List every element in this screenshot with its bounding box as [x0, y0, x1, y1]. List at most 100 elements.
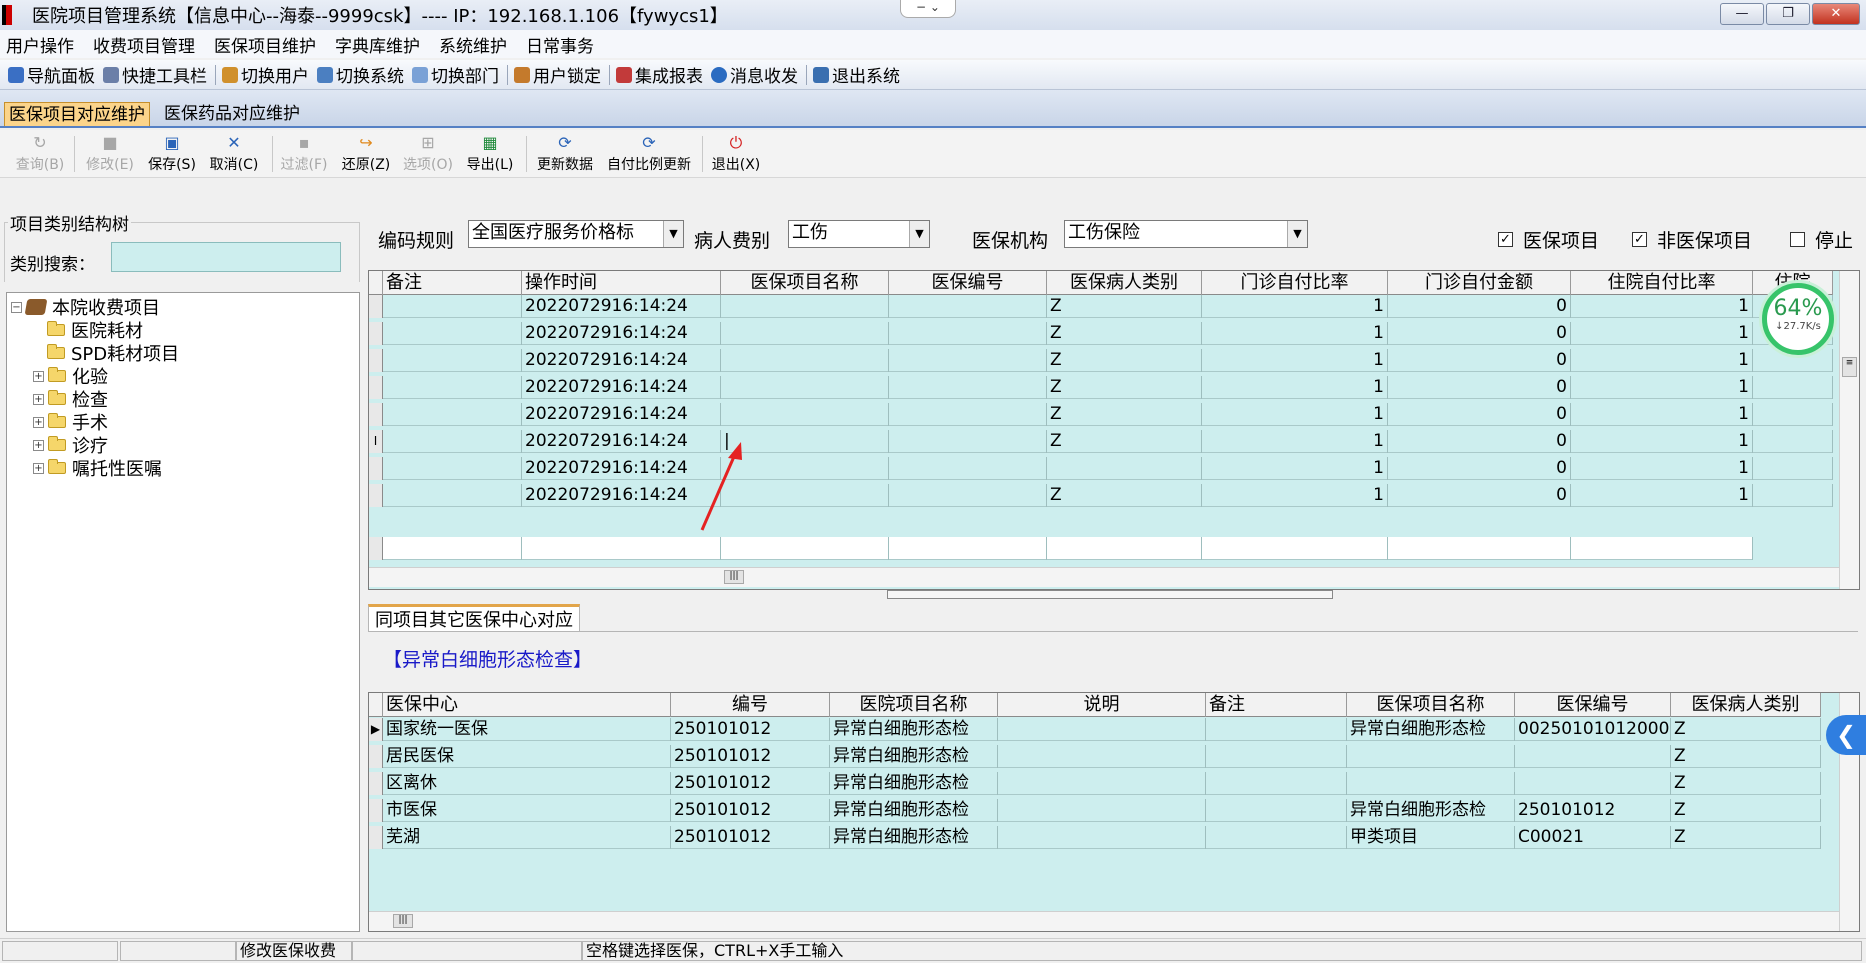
col-ins-code[interactable]: 医保编号	[1515, 693, 1671, 717]
menu-daily[interactable]: 日常事务	[524, 32, 603, 57]
insured-items-checkbox[interactable]: ✓ 医保项目	[1498, 226, 1599, 253]
switch-dept-button[interactable]: 切换部门	[412, 62, 499, 87]
table-row[interactable]: 2022072916:14:24 Z 1 0 1	[369, 484, 1833, 507]
menu-dictionary[interactable]: 字典库维护	[333, 32, 429, 57]
menu-system[interactable]: 系统维护	[437, 32, 516, 57]
table-row[interactable]: 芜湖 250101012 异常白细胞形态检 甲类项目 C00021 Z	[369, 826, 1821, 849]
table-row[interactable]: 2022072916:14:24 Z 1 0 1	[369, 376, 1833, 399]
col-op-time[interactable]: 操作时间	[522, 271, 721, 295]
tree-node-exam[interactable]: + 检查	[33, 388, 108, 411]
close-button[interactable]: ✕	[1812, 3, 1860, 25]
tree-node-treatment[interactable]: + 诊疗	[33, 434, 108, 457]
col-hosp-name[interactable]: 医院项目名称	[830, 693, 998, 717]
table-row[interactable]: I 2022072916:14:24 | Z 1 0 1	[369, 430, 1833, 453]
col-patient-type[interactable]: 医保病人类别	[1671, 693, 1821, 717]
tree-node-orders[interactable]: + 嘱托性医嘱	[33, 457, 162, 480]
dropdown-arrow-icon[interactable]: ▼	[1287, 221, 1307, 247]
tab-insurance-item-mapping[interactable]: 医保项目对应维护	[4, 102, 150, 126]
patient-type-select[interactable]: 工伤 ▼	[788, 220, 930, 248]
col-remark[interactable]: 备注	[383, 271, 522, 295]
category-tree[interactable]: − 本院收费项目 医院耗材 SPD耗材项目 + 化验 + 检查 + 手术 + 诊疗 + 嘱…	[6, 292, 360, 932]
main-grid-hscrollbar[interactable]: |||	[369, 567, 1839, 587]
table-row[interactable]: 区离休 250101012 异常白细胞形态检 Z	[369, 772, 1821, 795]
expand-icon[interactable]: +	[33, 462, 44, 474]
dropdown-arrow-icon[interactable]: ▼	[909, 221, 929, 247]
insurer-select[interactable]: 工伤保险 ▼	[1064, 220, 1308, 248]
table-row[interactable]: 市医保 250101012 异常白细胞形态检 异常白细胞形态检 250101012 Z	[369, 799, 1821, 822]
collapse-icon[interactable]: −	[11, 301, 22, 313]
sub-grid-hscrollbar[interactable]: |||	[369, 911, 1839, 931]
expand-icon[interactable]: +	[33, 416, 44, 428]
non-insured-items-checkbox[interactable]: ✓ 非医保项目	[1632, 226, 1752, 253]
checkbox-icon[interactable]: ✓	[1498, 232, 1513, 247]
menu-user-ops[interactable]: 用户操作	[4, 32, 83, 57]
col-code[interactable]: 编号	[671, 693, 830, 717]
cancel-button[interactable]: ✕ 取消(C)	[208, 134, 260, 176]
filter-button[interactable]: ▪ 过滤(F)	[278, 134, 330, 176]
network-speed-widget[interactable]: 64% ↓27.7K/s	[1762, 283, 1834, 355]
quick-toolbar-button[interactable]: 快捷工具栏	[103, 62, 207, 87]
update-data-button[interactable]: ⟳ 更新数据	[534, 134, 596, 176]
tree-node-hospital-consumables[interactable]: 医院耗材	[47, 319, 143, 342]
col-op-ratio[interactable]: 门诊自付比率	[1202, 271, 1388, 295]
options-button[interactable]: ⊞ 选项(O)	[402, 134, 454, 176]
tree-node-spd-consumables[interactable]: SPD耗材项目	[47, 342, 179, 365]
table-row[interactable]: 2022072916:14:24 Z 1 0 1	[369, 322, 1833, 345]
minimize-button[interactable]: —	[1720, 3, 1764, 25]
tree-node-surgery[interactable]: + 手术	[33, 411, 108, 434]
side-panel-handle[interactable]: ❮	[1826, 715, 1866, 755]
table-row[interactable]: 2022072916:14:24 Z 1 0 1	[369, 403, 1833, 426]
col-ins-code[interactable]: 医保编号	[889, 271, 1047, 295]
scroll-thumb[interactable]: |||	[393, 914, 413, 928]
nav-panel-button[interactable]: 导航面板	[8, 62, 95, 87]
switch-user-button[interactable]: 切换用户	[222, 62, 309, 87]
restore-button[interactable]: ❐	[1766, 3, 1810, 25]
code-rule-select[interactable]: 全国医疗服务价格标 ▼	[468, 220, 684, 248]
expand-icon[interactable]: +	[33, 370, 44, 382]
stopped-items-checkbox[interactable]: 停止	[1790, 226, 1853, 253]
table-row[interactable]: 居民医保 250101012 异常白细胞形态检 Z	[369, 745, 1821, 768]
query-button[interactable]: ↻ 查询(B)	[14, 134, 66, 176]
scroll-thumb[interactable]: |||	[724, 570, 744, 584]
table-row[interactable]: 2022072916:14:24 Z 1 0 1	[369, 295, 1833, 318]
col-remark[interactable]: 备注	[1206, 693, 1347, 717]
main-grid-vscrollbar[interactable]: ≡	[1839, 271, 1859, 589]
exit-button[interactable]: ⏻ 退出(X)	[710, 134, 762, 176]
expand-icon[interactable]: +	[33, 393, 44, 405]
category-search-input[interactable]	[111, 242, 341, 272]
tree-node-lab[interactable]: + 化验	[33, 365, 108, 388]
col-ip-ratio[interactable]: 住院自付比率	[1571, 271, 1753, 295]
col-description[interactable]: 说明	[998, 693, 1206, 717]
checkbox-icon[interactable]	[1790, 232, 1805, 247]
collapse-toggle-button[interactable]: − ⌄	[900, 0, 956, 18]
switch-system-button[interactable]: 切换系统	[317, 62, 404, 87]
tree-node-root[interactable]: − 本院收费项目	[11, 296, 160, 319]
export-button[interactable]: ▦ 导出(L)	[464, 134, 516, 176]
restore-data-button[interactable]: ↪ 还原(Z)	[340, 134, 392, 176]
editing-cell[interactable]: |	[721, 430, 889, 453]
checkbox-icon[interactable]: ✓	[1632, 232, 1647, 247]
dropdown-arrow-icon[interactable]: ▼	[663, 221, 683, 247]
edit-button[interactable]: ■ 修改(E)	[84, 134, 136, 176]
table-row[interactable]: 2022072916:14:24 1 0 1	[369, 457, 1833, 480]
exit-system-button[interactable]: 退出系统	[813, 62, 900, 87]
update-ratio-button[interactable]: ⟳ 自付比例更新	[604, 134, 694, 176]
save-button[interactable]: ▣ 保存(S)	[146, 134, 198, 176]
tab-insurance-drug-mapping[interactable]: 医保药品对应维护	[160, 102, 304, 126]
col-center[interactable]: 医保中心	[383, 693, 671, 717]
scroll-thumb[interactable]: ≡	[1842, 357, 1857, 377]
other-centers-grid[interactable]: 医保中心 编号 医院项目名称 说明 备注 医保项目名称 医保编号 医保病人类别 …	[368, 692, 1860, 932]
tab-other-insurance-centers[interactable]: 同项目其它医保中心对应	[368, 604, 580, 632]
menu-fee-items[interactable]: 收费项目管理	[91, 32, 204, 57]
menu-insurance-items[interactable]: 医保项目维护	[212, 32, 325, 57]
table-row[interactable]: ▶ 国家统一医保 250101012 异常白细胞形态检 异常白细胞形态检 00250101…	[369, 718, 1821, 741]
user-lock-button[interactable]: 用户锁定	[514, 62, 601, 87]
main-mapping-grid[interactable]: 备注 操作时间 医保项目名称 医保编号 医保病人类别 门诊自付比率 门诊自付金额…	[368, 270, 1860, 590]
col-patient-type[interactable]: 医保病人类别	[1047, 271, 1202, 295]
integrated-report-button[interactable]: 集成报表	[616, 62, 703, 87]
pane-splitter[interactable]	[887, 590, 1333, 599]
col-ins-name[interactable]: 医保项目名称	[1347, 693, 1515, 717]
messages-button[interactable]: 消息收发	[711, 62, 798, 87]
expand-icon[interactable]: +	[33, 439, 44, 451]
col-op-amount[interactable]: 门诊自付金额	[1388, 271, 1571, 295]
